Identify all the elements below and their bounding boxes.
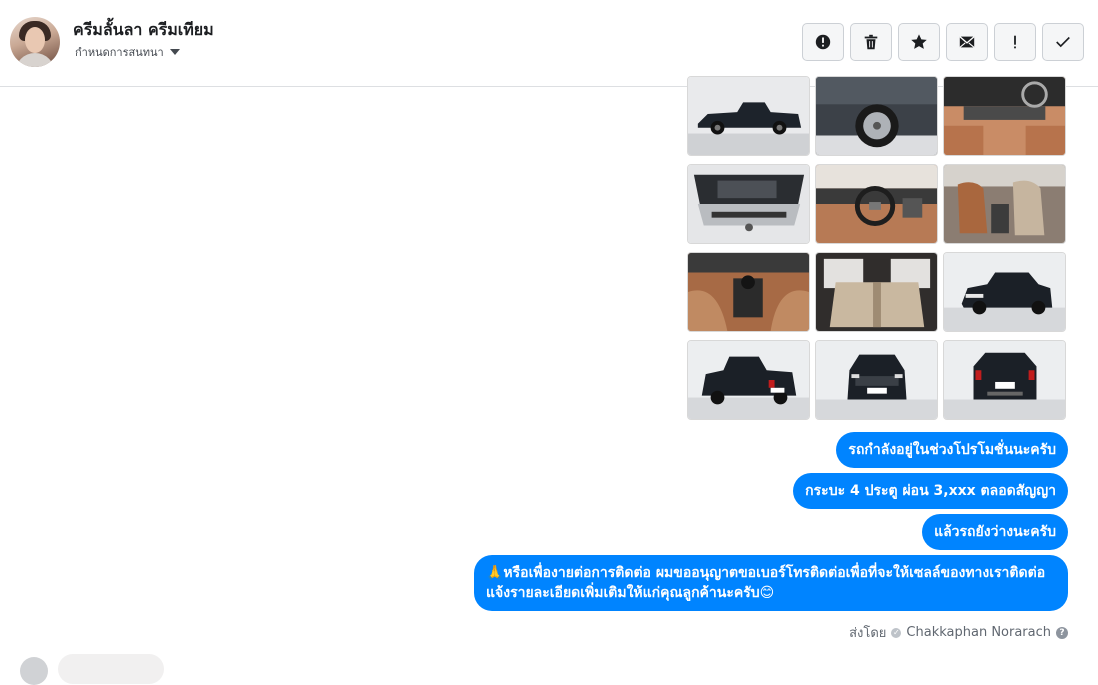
next-message-bubble [58,654,164,684]
next-message-avatar [20,657,48,685]
conversation-header: ครีมลั้นลา ครีมเทียม กำหนดการสนทนา [0,0,1098,87]
photo-truck-front[interactable] [815,340,938,420]
photo-grid [687,76,1068,420]
photo-truck-side[interactable] [687,76,810,156]
avatar-body [15,53,55,67]
photo-dashboard[interactable] [943,76,1066,156]
header-actions [802,23,1084,61]
photo-gear-shift[interactable] [687,252,810,332]
contact-name[interactable]: ครีมลั้นลา ครีมเทียม [73,18,214,43]
envelope-icon [959,36,975,48]
photo-wheel-closeup[interactable] [815,76,938,156]
photo-front-seats[interactable] [943,164,1066,244]
photo-engine-bay[interactable] [687,164,810,244]
photo-truck-front-angle[interactable] [943,252,1066,332]
mark-unread-button[interactable] [946,23,988,61]
report-button[interactable] [802,23,844,61]
star-icon [911,34,927,49]
spam-button[interactable] [994,23,1036,61]
caret-down-icon [169,49,180,55]
exclamation-icon [1014,35,1016,49]
checkmark-icon [1056,36,1070,48]
photo-truck-rear[interactable] [943,340,1066,420]
avatar-face [25,27,45,53]
trash-icon [864,34,878,50]
delete-button[interactable] [850,23,892,61]
sent-by-line: ส่งโดย ✓ Chakkaphan Norarach ? [849,622,1068,643]
message-bubble[interactable]: กระบะ 4 ประตู ผ่อน 3,xxx ตลอดสัญญา [793,473,1068,509]
done-button[interactable] [1042,23,1084,61]
message-bubble[interactable]: รถกำลังอยู่ในช่วงโปรโมชั่นนะครับ [836,432,1068,468]
sent-by-label: ส่งโดย [849,626,887,641]
conversation-schedule-dropdown[interactable]: กำหนดการสนทนา [75,43,180,61]
sender-name[interactable]: Chakkaphan Norarach [906,625,1051,640]
contact-avatar[interactable] [10,17,60,67]
photo-steering-wheel[interactable] [815,164,938,244]
message-bubble[interactable]: แล้วรถยังว่างนะครับ [922,514,1068,550]
verified-check-icon: ✓ [891,627,902,638]
photo-truck-rear-angle[interactable] [687,340,810,420]
alert-circle-icon [815,34,831,50]
help-icon[interactable]: ? [1056,626,1068,639]
star-button[interactable] [898,23,940,61]
message-bubble[interactable]: 🙏หรือเพื่องายต่อการติดต่อ ผมขออนุญาตขอเบ… [474,555,1068,611]
message-list: รถกำลังอยู่ในช่วงโปรโมชั่นนะครับ กระบะ 4… [474,432,1068,611]
conversation-schedule-label: กำหนดการสนทนา [75,46,164,59]
photo-rear-seats[interactable] [815,252,938,332]
